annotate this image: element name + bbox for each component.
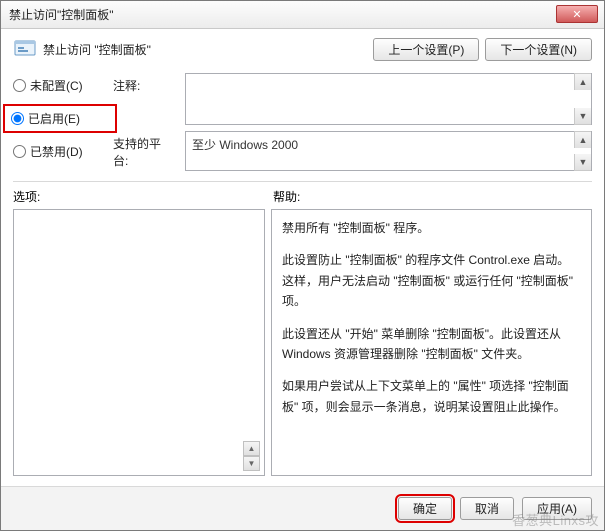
- header-row: 禁止访问 "控制面板" 上一个设置(P) 下一个设置(N): [13, 37, 592, 61]
- help-paragraph: 如果用户尝试从上下文菜单上的 "属性" 项选择 "控制面板" 项，则会显示一条消…: [282, 376, 581, 417]
- policy-title: 禁止访问 "控制面板": [43, 41, 151, 58]
- help-paragraph: 禁用所有 "控制面板" 程序。: [282, 218, 581, 238]
- nav-buttons: 上一个设置(P) 下一个设置(N): [373, 38, 592, 61]
- radio-not-configured-input[interactable]: [13, 79, 26, 92]
- section-labels: 选项: 帮助:: [13, 188, 592, 205]
- help-label: 帮助:: [273, 188, 300, 205]
- comment-row: 注释: ▲ ▼: [113, 73, 592, 125]
- help-panel: 禁用所有 "控制面板" 程序。 此设置防止 "控制面板" 的程序文件 Contr…: [271, 209, 592, 476]
- radio-disabled[interactable]: 已禁用(D): [13, 143, 113, 160]
- help-paragraph: 此设置防止 "控制面板" 的程序文件 Control.exe 启动。这样，用户无…: [282, 250, 581, 311]
- platform-row: 支持的平台: 至少 Windows 2000 ▲ ▼: [113, 131, 592, 171]
- radio-disabled-label: 已禁用(D): [30, 143, 83, 160]
- scroll-up-icon[interactable]: ▲: [574, 73, 591, 90]
- scroll-up-icon[interactable]: ▲: [243, 441, 260, 456]
- radio-enabled-label: 已启用(E): [28, 110, 80, 127]
- radio-group: 未配置(C) 已启用(E) 已禁用(D): [13, 73, 113, 171]
- close-button[interactable]: ✕: [556, 5, 598, 23]
- radio-enabled-input[interactable]: [11, 112, 24, 125]
- scroll-down-icon[interactable]: ▼: [574, 154, 591, 171]
- config-row: 未配置(C) 已启用(E) 已禁用(D) 注释: ▲ ▼: [13, 73, 592, 171]
- prev-setting-button[interactable]: 上一个设置(P): [373, 38, 479, 61]
- help-paragraph: 此设置还从 "开始" 菜单删除 "控制面板"。此设置还从 Windows 资源管…: [282, 324, 581, 365]
- scroll-down-icon[interactable]: ▼: [243, 456, 260, 471]
- platform-box: 至少 Windows 2000 ▲ ▼: [185, 131, 592, 171]
- radio-enabled[interactable]: 已启用(E): [7, 108, 113, 129]
- content-area: 禁止访问 "控制面板" 上一个设置(P) 下一个设置(N) 未配置(C) 已启用…: [1, 29, 604, 486]
- platform-label: 支持的平台:: [113, 131, 175, 169]
- next-setting-button[interactable]: 下一个设置(N): [485, 38, 592, 61]
- panels-row: ▲ ▼ 禁用所有 "控制面板" 程序。 此设置防止 "控制面板" 的程序文件 C…: [13, 209, 592, 476]
- comment-input[interactable]: ▲ ▼: [185, 73, 592, 125]
- platform-value: 至少 Windows 2000: [192, 138, 298, 152]
- close-icon: ✕: [572, 8, 581, 21]
- apply-button[interactable]: 应用(A): [522, 497, 592, 520]
- radio-not-configured-label: 未配置(C): [30, 77, 83, 94]
- options-scroll: ▲ ▼: [243, 441, 260, 471]
- fields-column: 注释: ▲ ▼ 支持的平台: 至少 Windows 2000 ▲ ▼: [113, 73, 592, 171]
- ok-button[interactable]: 确定: [398, 497, 452, 520]
- titlebar: 禁止访问"控制面板" ✕: [1, 1, 604, 29]
- radio-not-configured[interactable]: 未配置(C): [13, 77, 113, 94]
- radio-disabled-input[interactable]: [13, 145, 26, 158]
- options-label: 选项:: [13, 188, 273, 205]
- window-title: 禁止访问"控制面板": [9, 6, 114, 23]
- cancel-button[interactable]: 取消: [460, 497, 514, 520]
- footer: 确定 取消 应用(A) 香葱典Linxs攻: [1, 486, 604, 530]
- dialog-window: 禁止访问"控制面板" ✕ 禁止访问 "控制面板" 上一个设置(P) 下一个设置(…: [0, 0, 605, 531]
- scroll-down-icon[interactable]: ▼: [574, 108, 591, 125]
- comment-label: 注释:: [113, 73, 175, 94]
- policy-icon: [13, 37, 37, 61]
- scroll-up-icon[interactable]: ▲: [574, 131, 591, 148]
- divider: [13, 181, 592, 182]
- options-panel: ▲ ▼: [13, 209, 265, 476]
